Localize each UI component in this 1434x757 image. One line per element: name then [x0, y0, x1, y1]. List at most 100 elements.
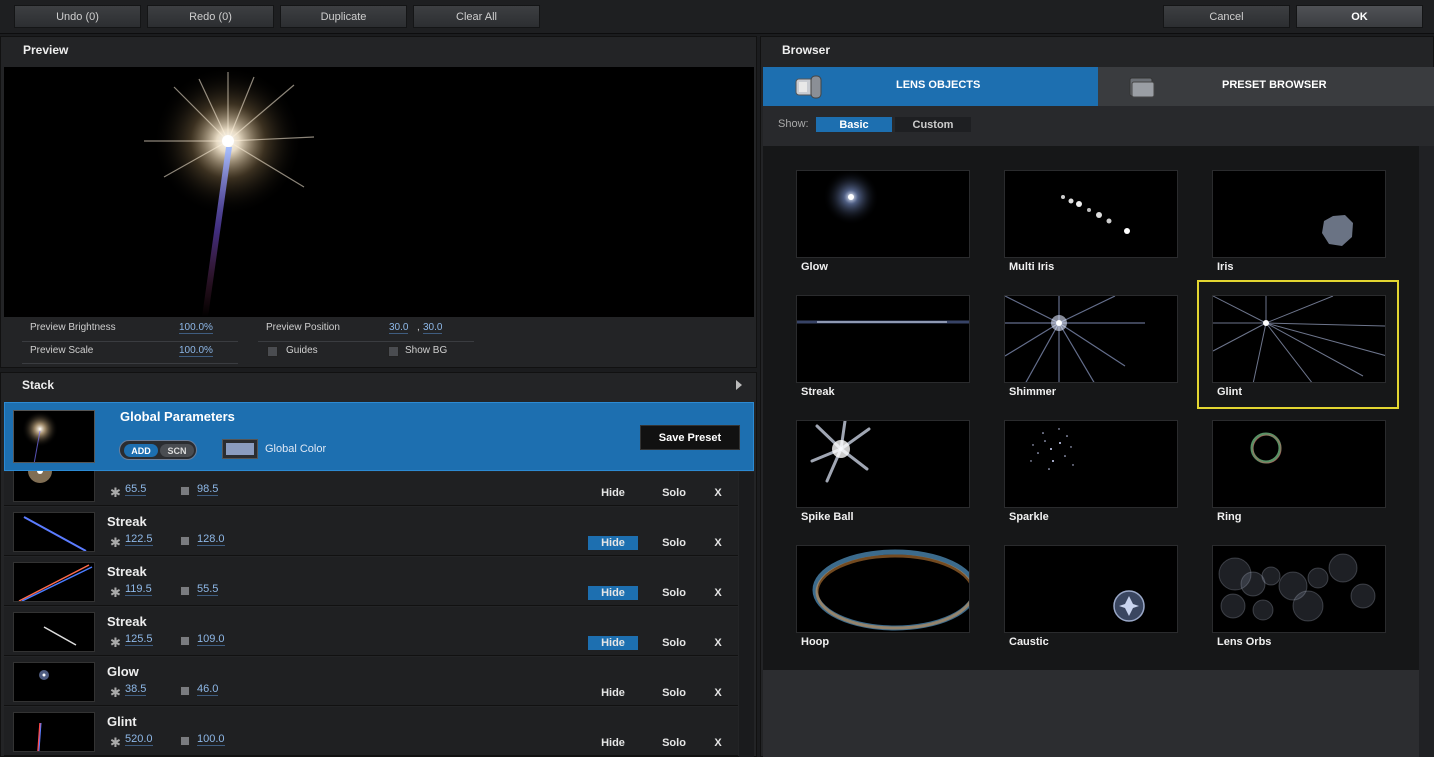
scale-value[interactable]: 46.0: [197, 683, 219, 696]
stack-row[interactable]: Streak ✱ 125.5 109.0 Hide Solo X: [4, 607, 738, 656]
stack-row-name: Glint: [107, 714, 137, 729]
scale-icon: [180, 736, 190, 746]
add-mode-button[interactable]: ADD: [124, 444, 158, 457]
tile-streak-label: Streak: [801, 386, 835, 398]
brightness-value[interactable]: 38.5: [125, 683, 147, 696]
scale-value[interactable]: 55.5: [197, 583, 219, 596]
cancel-button[interactable]: Cancel: [1163, 5, 1290, 28]
tile-ring[interactable]: [1212, 420, 1386, 508]
preview-position-x[interactable]: 30.0: [389, 322, 409, 334]
duplicate-button[interactable]: Duplicate: [280, 5, 407, 28]
brightness-icon: ✱: [110, 585, 121, 600]
scale-value[interactable]: 98.5: [197, 483, 219, 496]
stack-row[interactable]: Streak ✱ 122.5 128.0 Hide Solo X: [4, 507, 738, 556]
stack-row[interactable]: Glow ✱ 38.5 46.0 Hide Solo X: [4, 657, 738, 706]
solo-button[interactable]: Solo: [649, 586, 699, 600]
stack-row-thumbnail: [13, 562, 95, 602]
tile-sparkle-thumbnail: [1030, 428, 1074, 470]
tile-shimmer[interactable]: [1004, 295, 1178, 383]
preview-canvas[interactable]: [4, 67, 754, 317]
remove-button[interactable]: X: [710, 636, 726, 650]
brightness-icon: ✱: [110, 735, 121, 750]
tile-caustic-label: Caustic: [1009, 636, 1049, 648]
tile-sparkle[interactable]: [1004, 420, 1178, 508]
brightness-value[interactable]: 125.5: [125, 633, 153, 646]
preview-position-label: Preview Position: [266, 322, 340, 333]
show-label: Show:: [778, 118, 809, 130]
save-preset-button[interactable]: Save Preset: [640, 425, 740, 450]
tile-multi-iris[interactable]: [1004, 170, 1178, 258]
brightness-value[interactable]: 520.0: [125, 733, 153, 746]
tile-hoop[interactable]: [796, 545, 970, 633]
stack-row-thumbnail: [13, 662, 95, 702]
tile-streak[interactable]: [796, 295, 970, 383]
global-thumbnail: [13, 410, 95, 463]
tile-spike-ball[interactable]: [796, 420, 970, 508]
hide-button[interactable]: Hide: [588, 586, 638, 600]
redo-button[interactable]: Redo (0): [147, 5, 274, 28]
stack-row[interactable]: Streak ✱ 119.5 55.5 Hide Solo X: [4, 557, 738, 606]
brightness-value[interactable]: 122.5: [125, 533, 153, 546]
ok-button[interactable]: OK: [1296, 5, 1423, 28]
show-bg-label: Show BG: [405, 345, 448, 356]
solo-button[interactable]: Solo: [649, 486, 699, 500]
scale-value[interactable]: 109.0: [197, 633, 225, 646]
preview-brightness-value[interactable]: 100.0%: [179, 322, 213, 334]
brightness-value[interactable]: 65.5: [125, 483, 147, 496]
scale-icon: [180, 686, 190, 696]
remove-button[interactable]: X: [710, 586, 726, 600]
browser-scrollbar[interactable]: [1419, 146, 1434, 757]
remove-button[interactable]: X: [710, 686, 726, 700]
tile-hoop-thumbnail: [812, 549, 969, 631]
hide-button[interactable]: Hide: [588, 536, 638, 550]
stack-scrollbar[interactable]: [739, 472, 754, 757]
tile-glow-label: Glow: [801, 261, 828, 273]
remove-button[interactable]: X: [710, 536, 726, 550]
show-bg-checkbox[interactable]: [388, 346, 399, 357]
scale-value[interactable]: 128.0: [197, 533, 225, 546]
scale-value[interactable]: 100.0: [197, 733, 225, 746]
tile-spike-ball-thumbnail: [810, 421, 871, 483]
show-custom-button[interactable]: Custom: [895, 117, 971, 132]
preview-position-y[interactable]: 30.0: [423, 322, 443, 334]
tile-glow[interactable]: [796, 170, 970, 258]
stack-row[interactable]: Glint ✱ 520.0 100.0 Hide Solo X: [4, 707, 738, 756]
tile-lens-orbs[interactable]: [1212, 545, 1386, 633]
tile-shimmer-label: Shimmer: [1009, 386, 1057, 398]
hide-button[interactable]: Hide: [588, 486, 638, 500]
solo-button[interactable]: Solo: [649, 736, 699, 750]
hide-button[interactable]: Hide: [588, 686, 638, 700]
undo-button[interactable]: Undo (0): [14, 5, 141, 28]
global-parameters-title: Global Parameters: [120, 409, 235, 424]
tile-caustic[interactable]: [1004, 545, 1178, 633]
stack-row-name: Streak: [107, 514, 147, 529]
tab-lens-objects[interactable]: LENS OBJECTS: [763, 67, 1098, 106]
lens-flare-preview-image: [144, 67, 315, 317]
global-color-swatch[interactable]: [222, 439, 258, 459]
preview-scale-value[interactable]: 100.0%: [179, 345, 213, 357]
stack-row-name: Streak: [107, 614, 147, 629]
remove-button[interactable]: X: [710, 736, 726, 750]
tile-shimmer-thumbnail: [1005, 296, 1145, 382]
tab-preset-browser[interactable]: PRESET BROWSER: [1098, 67, 1434, 106]
solo-button[interactable]: Solo: [649, 636, 699, 650]
hide-button[interactable]: Hide: [588, 636, 638, 650]
global-parameters-row[interactable]: Global Parameters ADD SCN Global Color S…: [4, 402, 754, 471]
browser-title: Browser: [782, 43, 831, 57]
scn-mode-button[interactable]: SCN: [160, 444, 194, 457]
solo-button[interactable]: Solo: [649, 536, 699, 550]
show-basic-button[interactable]: Basic: [816, 117, 892, 132]
guides-checkbox[interactable]: [267, 346, 278, 357]
tile-iris[interactable]: [1212, 170, 1386, 258]
solo-button[interactable]: Solo: [649, 686, 699, 700]
clear-all-button[interactable]: Clear All: [413, 5, 540, 28]
scale-icon: [180, 586, 190, 596]
blend-mode-toggle[interactable]: ADD SCN: [119, 440, 197, 460]
stack-expand-icon[interactable]: [736, 380, 742, 390]
scale-icon: [180, 536, 190, 546]
stack-row[interactable]: ✱ 65.5 98.5 Hide Solo X: [4, 462, 738, 506]
remove-button[interactable]: X: [710, 486, 726, 500]
tab-preset-browser-label: PRESET BROWSER: [1222, 79, 1327, 91]
brightness-value[interactable]: 119.5: [125, 583, 152, 596]
hide-button[interactable]: Hide: [588, 736, 638, 750]
